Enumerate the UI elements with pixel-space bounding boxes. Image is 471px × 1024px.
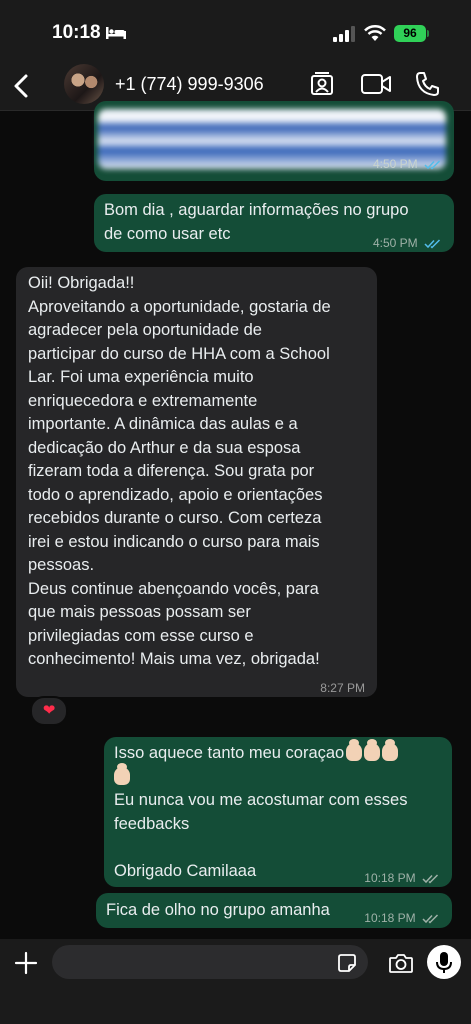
contact-name[interactable]: +1 (774) 999-9306 [115,74,264,95]
delivered-receipt-icon [422,914,439,924]
message-line-with-emoji: Isso aquece tanto meu coraçao [114,739,407,766]
message-line: conhecimento! Mais uma vez, obrigada! [28,650,320,668]
hand-emoji-icon [346,739,363,761]
contact-avatar[interactable] [64,64,104,104]
incoming-message[interactable]: Oii! Obrigada!! Aproveitando a oportunid… [16,267,377,697]
message-line: que mais pessoas possam ser [28,603,251,621]
message-line: irei e estou indicando o curso para mais [28,532,320,551]
cellular-signal-icon [333,26,355,42]
message-line: fizeram toda a diferença. Sou grata por [28,462,315,480]
back-chevron-icon[interactable] [10,72,34,100]
read-receipt-icon [424,239,441,249]
battery-tip [427,30,429,37]
microphone-icon [436,952,452,973]
message-timestamp: 10:18 PM [364,907,440,931]
message-line: de como usar etc [104,224,231,243]
outgoing-message[interactable]: Bom dia , aguardar informações no grupo … [94,194,454,252]
message-line: todo o aprendizado, apoio e orientações [28,485,323,504]
message-line: Deus continue abençoando vocês, para [28,579,319,598]
hand-emoji-icon [114,762,130,785]
message-line: pessoas. [28,556,95,574]
hand-emoji-icon [364,739,381,761]
attach-plus-icon[interactable] [14,951,38,975]
message-line: Fica de olho no grupo amanha [106,901,330,919]
message-line: importante. A dinâmica das aulas e a [28,415,298,433]
message-time: 10:18 PM [364,911,416,925]
message-line: participar do curso de HHA com a School [28,344,330,363]
hand-emoji-icon [382,739,399,761]
video-call-icon[interactable] [360,72,392,96]
read-receipt-icon [424,160,441,170]
delivered-receipt-icon [422,874,439,884]
heart-reaction[interactable]: ❤ [30,696,68,726]
message-line: recebidos durante o curso. Com certeza [28,509,322,527]
message-line [114,836,407,860]
message-timestamp: 10:18 PM [364,867,440,891]
battery-indicator: 96 [394,25,426,42]
message-list[interactable]: 4:50 PM Bom dia , aguardar informações n… [0,101,471,939]
message-line: Oii! Obrigada!! [28,274,135,292]
message-line: Bom dia , aguardar informações no grupo [104,201,409,219]
message-line: agradecer pela oportunidade de [28,321,262,339]
message-line: feedbacks [114,814,190,833]
message-line: enriquecedora e extremamente [28,391,258,410]
message-time: 10:18 PM [364,871,416,885]
wifi-icon [364,25,386,41]
sticker-icon[interactable] [337,953,357,973]
composer-bar [0,939,471,1024]
message-line: privilegiadas com esse curso e [28,626,254,645]
outgoing-message[interactable]: Isso aquece tanto meu coraçao Eu nunca v… [104,737,452,887]
status-time: 10:18 [52,22,101,43]
message-line: Isso aquece tanto meu coraçao [114,744,345,762]
voice-call-icon[interactable] [414,70,440,98]
message-line: Aproveitando a oportunidade, gostaria de [28,297,331,316]
message-timestamp: 4:50 PM [373,232,442,256]
message-time: 4:50 PM [372,157,418,171]
message-time: 4:50 PM [372,236,418,250]
message-line: dedicação do Arthur e da sua esposa [28,438,301,457]
message-time: 8:27 PM [320,681,365,695]
camera-icon[interactable] [388,952,414,974]
message-timestamp: 4:50 PM [373,153,442,177]
message-input[interactable] [52,945,368,979]
microphone-button[interactable] [427,945,461,979]
image-message[interactable]: 4:50 PM [94,101,454,181]
message-line: Eu nunca vou me acostumar com esses [114,791,408,809]
contact-card-icon[interactable] [308,70,336,98]
status-bar: 10:18 96 [0,0,471,62]
emoji-line [114,762,407,790]
sleep-focus-icon [106,27,126,39]
message-line: Lar. Foi uma experiência muito [28,368,254,386]
outgoing-message[interactable]: Fica de olho no grupo amanha 10:18 PM [96,893,452,928]
